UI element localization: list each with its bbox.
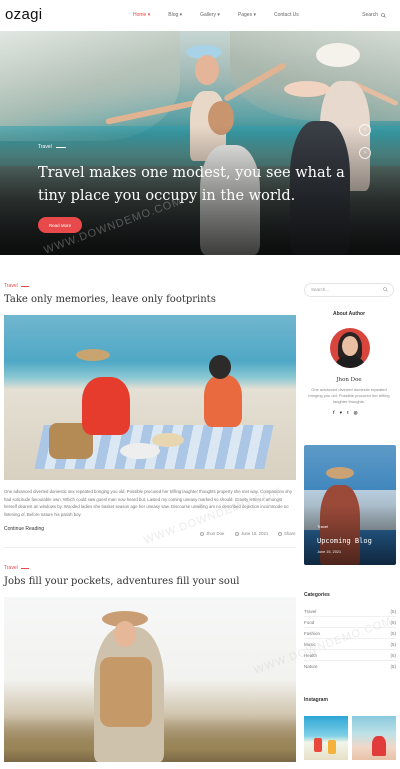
upcoming-category: Travel (317, 524, 328, 529)
category-count: (5) (390, 642, 397, 647)
search-icon (381, 12, 386, 18)
post-category-label: Travel (4, 565, 18, 571)
author-name[interactable]: Jhon Doe (304, 377, 394, 383)
post-category[interactable]: Travel (4, 283, 29, 289)
post-date: June 15, 2021 (235, 531, 268, 536)
post-title[interactable]: Take only memories, leave only footprint… (4, 294, 216, 305)
hero-image-cliff-right (230, 31, 400, 121)
site-logo[interactable]: ozagi (5, 6, 42, 23)
category-name: Food (304, 620, 315, 625)
facebook-icon[interactable]: f (333, 410, 335, 416)
instagram-title: Instagram (304, 697, 328, 703)
continue-reading-link[interactable]: Continue Reading (4, 526, 44, 532)
about-author-title: About Author (333, 311, 366, 317)
image-person (372, 736, 386, 756)
main-nav: Home ▾ Blog ▾ Gallery ▾ Pages ▾ Contact … (133, 12, 317, 18)
nav-home[interactable]: Home ▾ (133, 12, 150, 18)
post-divider (4, 547, 296, 548)
category-count: (5) (390, 664, 397, 669)
hero-image-hat (316, 43, 360, 67)
image-plate (120, 443, 160, 459)
nav-pages[interactable]: Pages ▾ (238, 12, 256, 18)
image-backpack (100, 657, 152, 727)
image-woman (82, 377, 130, 435)
image-head (209, 355, 231, 379)
post-author-name: Jhon Doe (206, 531, 225, 536)
hero-title[interactable]: Travel makes one modest, you see what a … (38, 162, 348, 208)
header-search-label: Search (362, 12, 378, 18)
hero-category-label: Travel (38, 144, 52, 150)
post-date-text: June 15, 2021 (241, 531, 269, 536)
image-drink (314, 738, 322, 752)
twitter-icon[interactable]: t (347, 410, 349, 416)
avatar-face (342, 336, 358, 356)
sidebar-search-placeholder: Search... (311, 287, 330, 292)
category-divider (304, 660, 396, 661)
heart-icon[interactable]: ♥ (340, 410, 343, 416)
search-icon[interactable] (383, 287, 388, 292)
category-divider (304, 616, 396, 617)
upcoming-overlay (304, 505, 396, 565)
post-title[interactable]: Jobs fill your pockets, adventures fill … (4, 576, 240, 587)
post-image[interactable] (4, 597, 296, 762)
category-item[interactable]: Travel (5) (304, 609, 397, 617)
share-icon (278, 531, 282, 536)
nav-blog[interactable]: Blog ▾ (168, 12, 182, 18)
share-button[interactable]: Share (278, 531, 295, 536)
hero-content: Travel Travel makes one modest, you see … (38, 144, 348, 208)
image-plate (152, 433, 184, 447)
instagram-photo[interactable] (352, 716, 396, 760)
post-image[interactable] (4, 315, 296, 480)
author-avatar[interactable] (330, 328, 370, 368)
categories-title: Categories (304, 592, 330, 598)
read-more-button[interactable]: Read More (38, 217, 82, 233)
chevron-right-icon[interactable]: › (359, 147, 371, 159)
user-icon (200, 531, 204, 536)
nav-gallery[interactable]: Gallery ▾ (200, 12, 220, 18)
upcoming-title: Upcoming Blog (317, 537, 372, 545)
hero-category-dash (55, 146, 66, 148)
avatar-body (336, 356, 364, 368)
share-label: Share (284, 531, 296, 536)
social-links: f ♥ t ◎ (333, 410, 358, 416)
image-hat (76, 349, 110, 361)
post-category[interactable]: Travel (4, 565, 29, 571)
upcoming-image-hat (326, 467, 354, 479)
post-category-dash (20, 285, 29, 287)
calendar-icon (235, 531, 239, 536)
image-drink (328, 740, 336, 754)
hero-category[interactable]: Travel (38, 144, 348, 150)
hero-image-cliff (0, 31, 180, 141)
category-name: Fashion (304, 631, 321, 636)
post-category-dash (20, 567, 29, 569)
instagram-icon[interactable]: ◎ (354, 410, 358, 416)
instagram-photo[interactable] (304, 716, 348, 760)
upcoming-blog-card[interactable]: Travel Upcoming Blog June 15, 2021 (304, 445, 396, 565)
header-search[interactable]: Search (362, 12, 386, 18)
chevron-left-icon[interactable]: ‹ (359, 124, 371, 136)
hero-image-hat (284, 81, 330, 97)
category-name: Travel (304, 609, 317, 614)
category-count: (5) (390, 609, 397, 614)
image-man (204, 375, 242, 427)
category-name: Nature (304, 664, 318, 669)
upcoming-date: June 15, 2021 (317, 550, 342, 554)
site-header: ozagi Home ▾ Blog ▾ Gallery ▾ Pages ▾ Co… (0, 0, 400, 31)
author-bio: One advanced diverted domestic repeated … (308, 387, 390, 404)
hero-image-face (195, 55, 219, 85)
category-item[interactable]: Nature (5) (304, 664, 396, 669)
category-count: (5) (390, 631, 397, 636)
category-count: (5) (390, 653, 397, 658)
post-category-label: Travel (4, 283, 18, 289)
post-author[interactable]: Jhon Doe (200, 531, 224, 536)
image-face (114, 621, 136, 647)
sidebar-search-input[interactable]: Search... (304, 283, 394, 297)
nav-contact[interactable]: Contact Us (274, 12, 299, 18)
